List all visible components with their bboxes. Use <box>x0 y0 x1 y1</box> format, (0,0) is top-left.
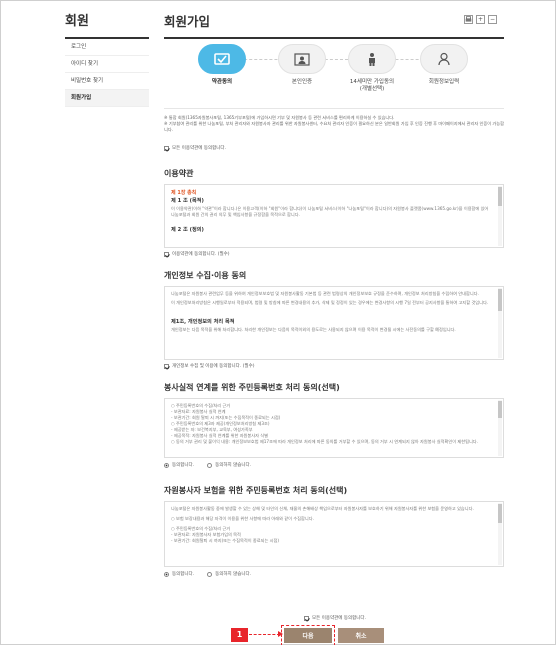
agree-radio[interactable] <box>164 572 169 577</box>
checkbox[interactable] <box>164 364 169 369</box>
section-title: 개인정보 수집·이용 동의 <box>164 271 247 280</box>
radio-label: 동의하지 않습니다. <box>215 463 252 468</box>
checkbox[interactable] <box>164 252 169 257</box>
resident-insurance-scrollbox[interactable]: 나눔포털은 자원봉사활동 중에 발생할 수 있는 상해 및 타인의 신체, 재물… <box>164 501 504 567</box>
section-title: 봉사실적 연계를 위한 주민등록번호 처리 동의(선택) <box>164 383 340 392</box>
next-button[interactable]: 다음 <box>281 625 335 645</box>
section-title: 이용약관 <box>164 169 194 178</box>
page-frame: 회원 로그인 아이디 찾기 비밀번호 찾기 회원가입 회원가입 + − 약관동의 <box>0 0 556 645</box>
radio-label: 동의하지 않습니다. <box>215 572 252 577</box>
agreement-icon <box>198 44 246 74</box>
sidebar-item-find-password[interactable]: 비밀번호 찾기 <box>65 73 149 90</box>
privacy-body: 나눔포털은 자원봉사 관련업무 등을 위하여 개인정보보호법 및 자원봉사활동 … <box>171 291 479 296</box>
notice-block: ※ 통합 회원(1365자원봉사포털, 1365기부포털)에 가입하시면 기부 … <box>164 108 504 162</box>
privacy-section: 개인정보 수집·이용 동의 나눔포털은 자원봉사 관련업무 등을 위하여 개인정… <box>164 270 504 370</box>
agree-radio[interactable] <box>164 463 169 468</box>
step-label: 14세미만 가입동의 <box>349 79 395 85</box>
list-item: 나눔포털은 자원봉사활동 중에 발생할 수 있는 상해 및 타인의 신체, 재물… <box>171 506 474 511</box>
step-sublabel: (개별선택) <box>359 86 385 92</box>
sidebar-item-find-id[interactable]: 아이디 찾기 <box>65 56 149 73</box>
step-marker: 1 <box>231 628 248 642</box>
disagree-radio[interactable] <box>207 572 213 577</box>
agree-all-top[interactable]: 모든 이용약관에 동의합니다. <box>164 145 504 152</box>
button-row: 다음 취소 <box>281 625 384 645</box>
signup-steps: 약관동의 본인인증 14세미만 가입동의 (개별선택) 회원정보입력 <box>164 44 504 104</box>
radio-label: 동의합니다. <box>172 463 195 468</box>
page-tools: + − <box>464 15 497 24</box>
resident-volunteer-section: 봉사실적 연계를 위한 주민등록번호 처리 동의(선택) ○ 주민등록번호의 수… <box>164 382 504 469</box>
scrollbar-thumb[interactable] <box>498 187 502 206</box>
privacy-sub-body: 개인정보는 다음 목적을 위해 처리합니다. 처리한 개인정보는 다음의 목적이… <box>171 327 456 332</box>
step-label: 약관동의 <box>211 79 233 85</box>
disagree-radio[interactable] <box>207 463 213 468</box>
checkbox-label: 이용약관에 동의합니다. (필수) <box>172 252 230 257</box>
checkbox[interactable] <box>164 146 169 151</box>
article-title: 제 1 조 (목적) <box>171 198 204 204</box>
sidebar: 회원 로그인 아이디 찾기 비밀번호 찾기 회원가입 <box>65 11 149 107</box>
checkbox-label: 모든 이용약관에 동의합니다. <box>172 146 226 151</box>
resident-volunteer-scrollbox[interactable]: ○ 주민등록번호의 수집/처리 근거 - 보관자료: 자원봉사 실적 연계 - … <box>164 398 504 458</box>
step-identity: 본인인증 <box>272 44 332 86</box>
chapter-title: 제 1장 총칙 <box>171 190 197 196</box>
resident-volunteer-choice: 동의합니다. 동의하지 않습니다. <box>164 462 504 469</box>
print-icon[interactable] <box>464 15 473 24</box>
zoom-out-icon[interactable]: − <box>488 15 497 24</box>
zoom-in-icon[interactable]: + <box>476 15 485 24</box>
privacy-body: 이 개인정보처리방침은 시행일로부터 적용되며, 법령 및 방침에 따른 변경내… <box>171 300 489 305</box>
agree-privacy[interactable]: 개인정보 수집 및 이용에 동의합니다. (필수) <box>164 363 504 370</box>
step-label: 회원정보입력 <box>428 79 460 85</box>
article-title: 제 2 조 (정의) <box>171 227 204 233</box>
step-member-info: 회원정보입력 <box>414 44 474 86</box>
terms-section: 이용약관 제 1장 총칙 제 1 조 (목적) 이 이용약관(이하 "약관"이라… <box>164 168 504 258</box>
privacy-scrollbox[interactable]: 나눔포털은 자원봉사 관련업무 등을 위하여 개인정보보호법 및 자원봉사활동 … <box>164 286 504 360</box>
title-divider <box>164 37 504 39</box>
checkbox-label: 모든 이용약관에 동의합니다. <box>312 616 366 621</box>
agree-all-bottom[interactable]: 모든 이용약관에 동의합니다. <box>304 615 366 621</box>
marker-arrow <box>249 631 283 637</box>
identity-card-icon <box>278 44 326 74</box>
list-item: ○ 보험 보장내용과 해당 자격이 이용을 위한 사항에 따라 아래와 같이 수… <box>171 516 314 521</box>
sidebar-title: 회원 <box>65 14 89 29</box>
notice-text: ※ 기부참여 관리를 위한 나눔포털, 부처 관리자와 자원봉사자 관리를 위한… <box>164 121 504 132</box>
checkbox[interactable] <box>304 615 309 621</box>
scrollbar-thumb[interactable] <box>498 504 502 524</box>
step-label: 본인인증 <box>291 79 313 85</box>
article-body: 이 이용약관(이하 "약관"이라 합니다.)은 이용고객(이하 "회원"이라 합… <box>171 206 489 217</box>
checkbox-label: 개인정보 수집 및 이용에 동의합니다. (필수) <box>172 364 255 369</box>
scrollbar-thumb[interactable] <box>498 401 502 419</box>
sidebar-item-signup[interactable]: 회원가입 <box>65 90 149 107</box>
step-under14: 14세미만 가입동의 (개별선택) <box>342 44 402 93</box>
terms-scrollbox[interactable]: 제 1장 총칙 제 1 조 (목적) 이 이용약관(이하 "약관"이라 합니다.… <box>164 184 504 248</box>
resident-insurance-section: 자원봉사자 보험을 위한 주민등록번호 처리 동의(선택) 나눔포털은 자원봉사… <box>164 485 504 578</box>
user-icon <box>420 44 468 74</box>
radio-label: 동의합니다. <box>172 572 195 577</box>
page-title: 회원가입 <box>164 14 211 29</box>
step-agreement: 약관동의 <box>192 44 252 86</box>
list-item: ○ 동의 거부 권리 및 불이익 내용: 개인정보보호법 제17조에 따라 개인… <box>171 439 478 444</box>
agree-terms[interactable]: 이용약관에 동의합니다. (필수) <box>164 251 504 258</box>
list-item: - 보관기간: 회원탈퇴 시 까지(또는 수집목적이 종료되는 시점) <box>171 538 279 543</box>
privacy-subtitle: 제1조, 개인정보의 처리 목적 <box>171 319 235 325</box>
resident-insurance-choice: 동의합니다. 동의하지 않습니다. <box>164 571 504 578</box>
section-title: 자원봉사자 보험을 위한 주민등록번호 처리 동의(선택) <box>164 486 348 495</box>
main-content: 회원가입 + − 약관동의 본인인증 14세미만 가입동의 (개별선택) 회원정… <box>164 11 504 578</box>
sidebar-item-login[interactable]: 로그인 <box>65 39 149 56</box>
cancel-button[interactable]: 취소 <box>338 628 384 643</box>
scrollbar-thumb[interactable] <box>498 289 502 311</box>
child-icon <box>348 44 396 74</box>
